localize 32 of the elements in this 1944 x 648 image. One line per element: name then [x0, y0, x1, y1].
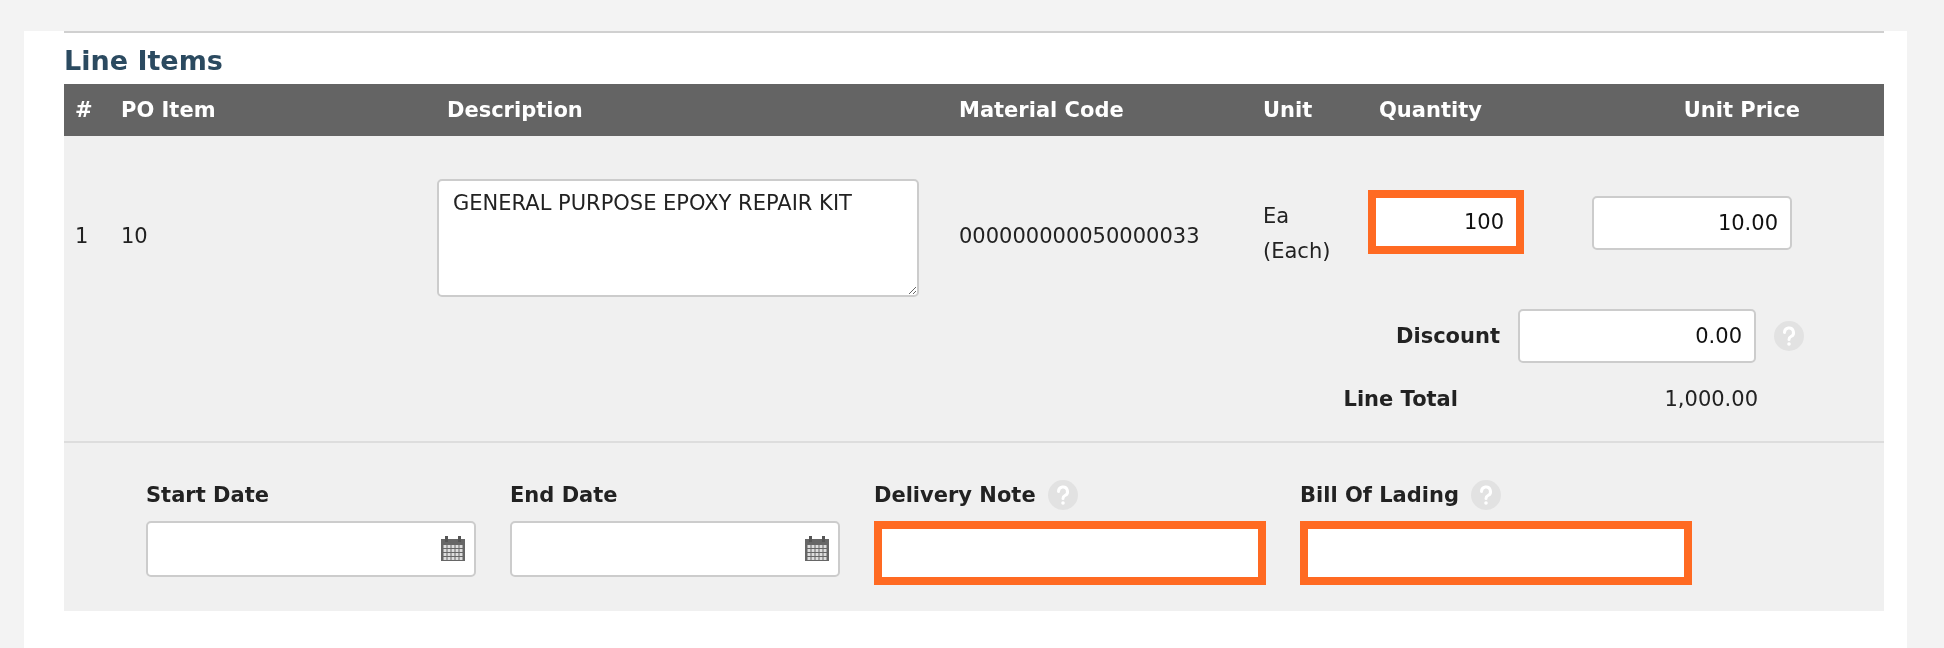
column-header: Unit [1262, 98, 1314, 122]
column-header: Material Code [958, 98, 1125, 122]
input-field[interactable] [1300, 521, 1692, 585]
field-label: Bill Of Lading [1300, 483, 1459, 507]
section-title: Line Items [64, 44, 224, 78]
help-icon[interactable] [1774, 321, 1804, 351]
help-icon[interactable] [1047, 480, 1078, 510]
field-label: Delivery Note [874, 483, 1036, 507]
table-cell-text: 10 [120, 223, 149, 250]
input-field[interactable] [874, 521, 1266, 585]
calendar-icon[interactable] [440, 536, 466, 562]
price-field[interactable]: 10.00 [1592, 196, 1792, 250]
column-header: Unit Price [1682, 98, 1801, 122]
column-header: Quantity [1378, 98, 1483, 122]
table-cell-text: 000000000050000033 [958, 223, 1201, 250]
column-header: PO Item [120, 98, 217, 122]
line-total-value: 1,000.00 [1663, 387, 1759, 411]
discount-field[interactable]: 0.00 [1518, 309, 1756, 363]
help-icon[interactable] [1471, 480, 1501, 510]
date-field[interactable] [146, 521, 476, 577]
row-number: 1 [74, 223, 90, 250]
table-cell-text: Ea (Each) [1262, 203, 1332, 265]
field-label: Start Date [146, 483, 269, 507]
column-header: Description [446, 98, 584, 122]
field-label: End Date [510, 483, 618, 507]
column-header: # [74, 98, 94, 122]
date-field[interactable] [510, 521, 840, 577]
field-label: Discount [1396, 324, 1500, 348]
description-field[interactable]: GENERAL PURPOSE EPOXY REPAIR KIT [437, 179, 919, 297]
field-label: Line Total [1343, 387, 1458, 411]
calendar-icon[interactable] [804, 536, 830, 562]
quantity-field[interactable]: 100 [1368, 190, 1524, 254]
